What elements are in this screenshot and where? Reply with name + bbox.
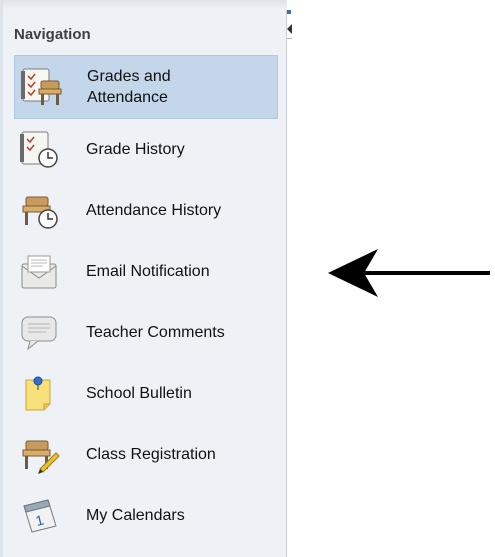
- nav-item-attendance-history[interactable]: Attendance History: [14, 180, 278, 241]
- grades-attendance-icon: [19, 67, 63, 107]
- nav-item-my-calendars[interactable]: 1 My Calendars: [14, 485, 278, 546]
- nav-item-grade-history[interactable]: Grade History: [14, 119, 278, 180]
- nav-item-teacher-comments[interactable]: Teacher Comments: [14, 302, 278, 363]
- sidebar-left-edge: [0, 0, 3, 557]
- pointer-arrow-icon: [328, 249, 490, 297]
- teacher-comments-icon: [18, 313, 62, 353]
- nav-item-label: Teacher Comments: [86, 324, 225, 341]
- nav-item-email-notification[interactable]: Email Notification: [14, 241, 278, 302]
- nav-item-label: Attendance History: [86, 202, 222, 219]
- pane-edge-marker: [287, 10, 291, 14]
- nav-item-class-registration[interactable]: Class Registration: [14, 424, 278, 485]
- navigation-sidebar: Navigation Grades and Attendance Grade H…: [0, 0, 287, 557]
- nav-item-school-bulletin[interactable]: School Bulletin: [14, 363, 278, 424]
- navigation-title: Navigation: [14, 26, 91, 43]
- collapse-arrow-icon[interactable]: [287, 24, 292, 34]
- nav-item-grades-and-attendance[interactable]: Grades and Attendance: [14, 55, 278, 119]
- nav-item-label: Grade History: [86, 141, 185, 158]
- nav-item-label: School Bulletin: [86, 385, 192, 402]
- pane-divider: [287, 38, 292, 39]
- class-registration-icon: [18, 435, 62, 475]
- nav-item-label: Grades and Attendance: [87, 68, 171, 106]
- email-notification-icon: [18, 252, 62, 292]
- nav-item-label: Class Registration: [86, 446, 216, 463]
- navigation-list: Grades and Attendance Grade History Atte…: [14, 55, 278, 546]
- nav-item-label: Email Notification: [86, 263, 210, 280]
- grade-history-icon: [18, 130, 62, 170]
- my-calendars-icon: 1: [18, 496, 62, 536]
- attendance-history-icon: [18, 191, 62, 231]
- school-bulletin-icon: [18, 374, 62, 414]
- collapse-pane-handle[interactable]: [287, 10, 293, 39]
- sidebar-top-shadow: [0, 0, 287, 10]
- nav-item-label: My Calendars: [86, 507, 185, 524]
